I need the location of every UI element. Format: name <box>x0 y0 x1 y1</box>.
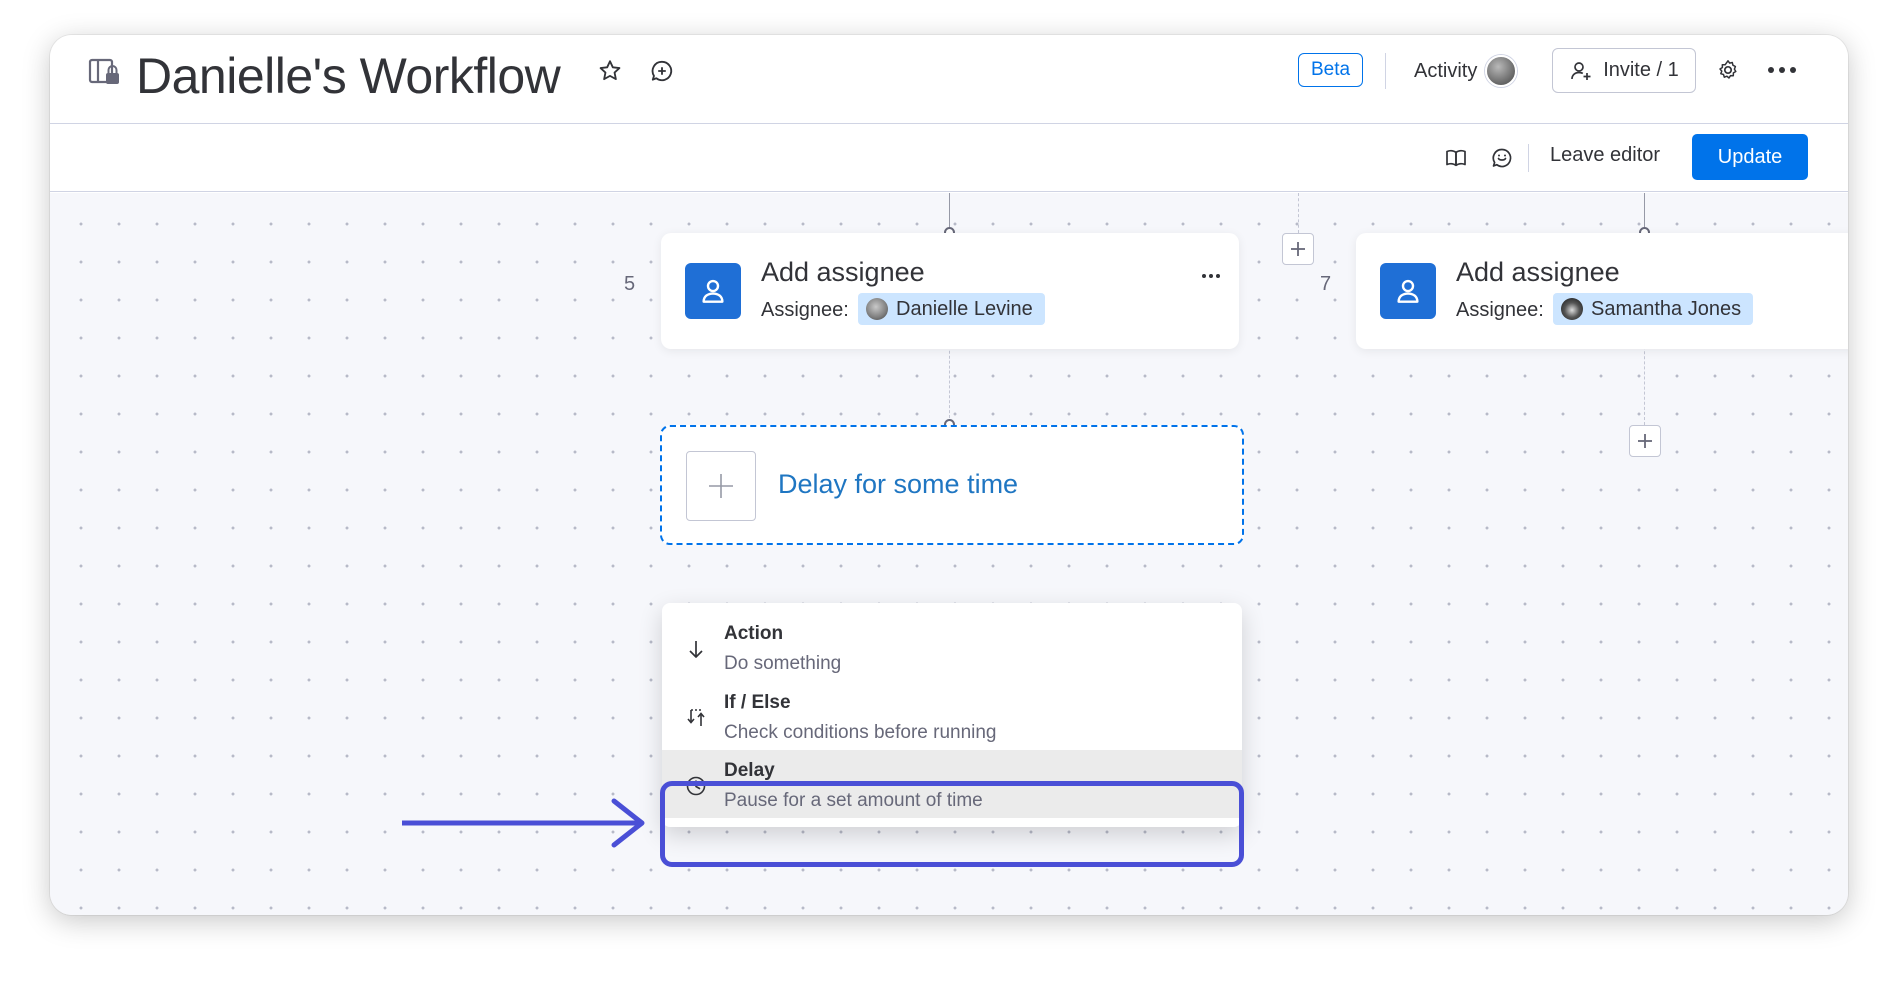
add-person-icon <box>1571 61 1591 80</box>
chat-icon <box>1492 148 1512 168</box>
more-horizontal-icon <box>1768 67 1796 73</box>
workflow-canvas[interactable]: 5 Add assignee Assignee: Danielle Levine… <box>50 193 1848 915</box>
feedback-button[interactable] <box>1484 140 1520 176</box>
avatar <box>1485 55 1518 87</box>
assignee-label: Assignee: <box>1456 299 1544 321</box>
more-options-button[interactable] <box>1764 52 1800 88</box>
gear-icon <box>1719 60 1737 79</box>
arrow-down-icon <box>684 637 708 661</box>
invite-button[interactable]: Invite / 1 <box>1552 48 1696 93</box>
favorite-star-button[interactable] <box>594 55 626 87</box>
leave-editor-button[interactable]: Leave editor <box>1550 144 1660 167</box>
star-icon <box>599 60 621 81</box>
assignee-step-card[interactable]: Add assignee Assignee: Samantha Jones <box>1356 233 1848 349</box>
step-number: 5 <box>624 273 636 295</box>
menu-item-title: Action <box>724 623 784 644</box>
page-title[interactable]: Danielle's Workflow <box>136 41 561 111</box>
plus-icon <box>1638 434 1652 448</box>
toolbar-divider <box>1528 144 1529 172</box>
assignee-label: Assignee: <box>761 299 849 321</box>
guide-button[interactable] <box>1438 140 1474 176</box>
update-button[interactable]: Update <box>1692 134 1808 180</box>
settings-button[interactable] <box>1710 52 1746 88</box>
activity-button[interactable]: Activity <box>1414 55 1518 87</box>
beta-badge: Beta <box>1298 53 1364 87</box>
connector-dashed-line <box>1298 193 1299 233</box>
add-update-button[interactable] <box>646 55 678 87</box>
editor-toolbar: Leave editor Update <box>50 124 1848 192</box>
menu-item-action[interactable]: Action Do something <box>662 613 1242 681</box>
add-step-placeholder[interactable] <box>686 451 756 521</box>
menu-item-title: If / Else <box>724 692 791 713</box>
step-title: Add assignee <box>761 257 925 287</box>
menu-item-description: Check conditions before running <box>724 722 997 743</box>
menu-item-description: Do something <box>724 653 842 674</box>
menu-item-title: Delay <box>724 760 775 781</box>
assignee-name: Danielle Levine <box>896 297 1033 320</box>
pending-step-card[interactable]: Delay for some time <box>660 425 1244 545</box>
assignee-step-card[interactable]: Add assignee Assignee: Danielle Levine <box>661 233 1239 349</box>
avatar <box>1561 298 1583 320</box>
workflow-board-icon <box>88 55 122 89</box>
connector-line <box>949 193 950 229</box>
assignee-name: Samantha Jones <box>1591 297 1742 320</box>
card-more-button[interactable] <box>1201 259 1221 285</box>
invite-label: Invite / 1 <box>1603 59 1679 81</box>
book-icon <box>1446 149 1466 167</box>
add-step-button[interactable] <box>1629 425 1661 457</box>
board-header: Danielle's Workflow Beta Activity Invite… <box>50 35 1848 124</box>
step-title: Add assignee <box>1456 257 1620 287</box>
add-step-button[interactable] <box>1282 233 1314 265</box>
avatar <box>866 298 888 320</box>
app-window: Danielle's Workflow Beta Activity Invite… <box>50 35 1848 915</box>
header-divider <box>1385 53 1386 89</box>
pending-step-label: Delay for some time <box>778 469 1019 499</box>
assignee-chip[interactable]: Samantha Jones <box>1553 293 1754 325</box>
activity-label: Activity <box>1414 59 1478 82</box>
branch-icon <box>684 706 708 730</box>
person-icon <box>685 263 741 319</box>
annotation-highlight-box <box>660 781 1244 867</box>
step-number: 7 <box>1320 273 1332 295</box>
chat-plus-icon <box>651 60 673 82</box>
connector-line <box>1644 193 1645 229</box>
annotation-arrow-icon <box>402 798 645 848</box>
plus-icon <box>1291 242 1305 256</box>
plus-icon <box>709 474 733 498</box>
more-horizontal-icon <box>1202 274 1220 278</box>
menu-item-if-else[interactable]: If / Else Check conditions before runnin… <box>662 682 1242 750</box>
person-icon <box>1380 263 1436 319</box>
assignee-chip[interactable]: Danielle Levine <box>858 293 1045 325</box>
